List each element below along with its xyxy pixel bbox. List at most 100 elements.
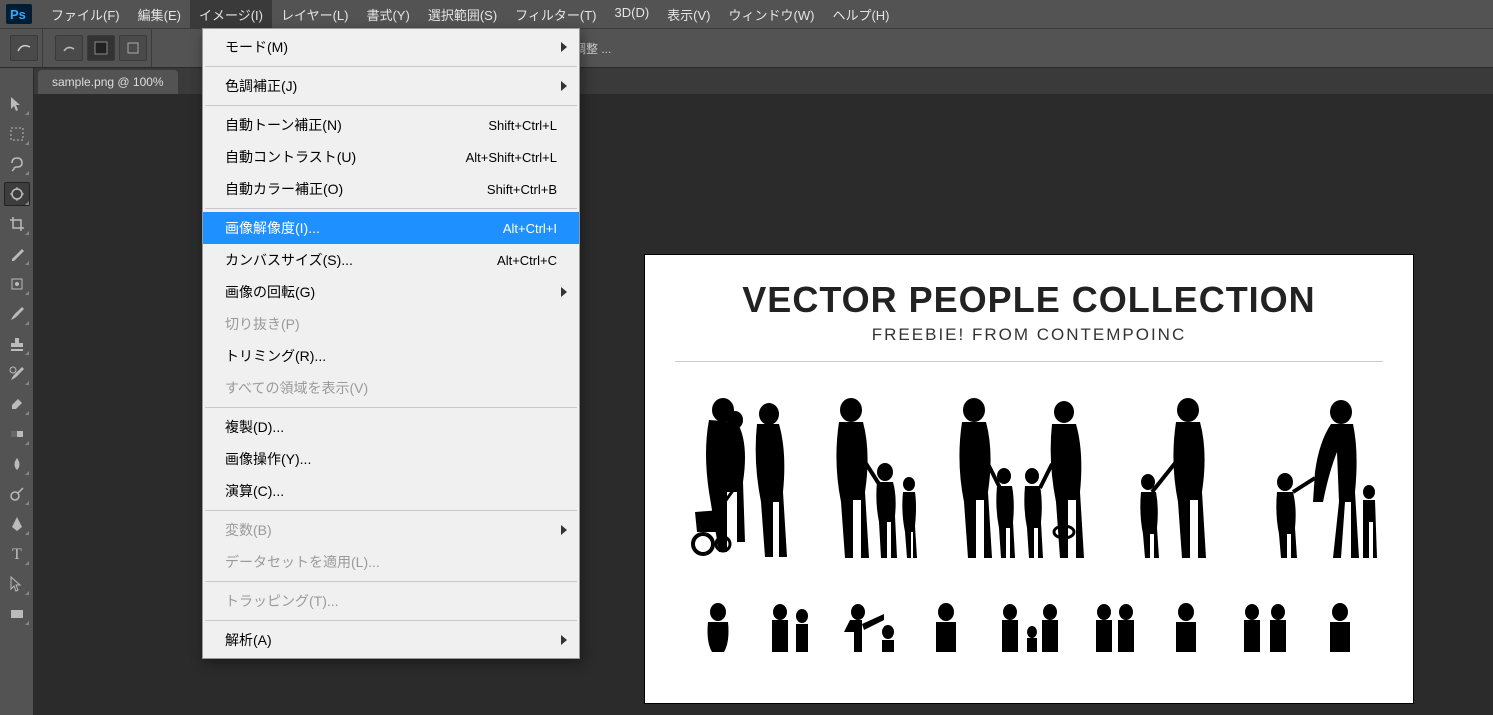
menu-entry-shortcut: Shift+Ctrl+L (488, 118, 557, 133)
menu-entry-label: 画像解像度(I)... (225, 218, 320, 238)
rectangle-tool[interactable] (4, 602, 30, 626)
silhouette-icon (1234, 602, 1294, 652)
tool-preset-button[interactable] (10, 35, 38, 61)
menu-entry-label: 画像操作(Y)... (225, 449, 311, 469)
menu-entry-shortcut: Alt+Ctrl+I (503, 221, 557, 236)
silhouette-row-2 (675, 592, 1383, 652)
silhouette-icon (840, 602, 900, 652)
silhouette-icon (764, 602, 814, 652)
document-tab-title: sample.png @ 100% (52, 75, 164, 89)
menu-item[interactable]: 3D(D) (606, 0, 659, 29)
menu-entry[interactable]: 画像解像度(I)... Alt+Ctrl+I (203, 212, 579, 244)
menu-entry[interactable]: トリミング(R)... (203, 340, 579, 372)
menu-entry-label: データセットを適用(L)... (225, 552, 380, 572)
menu-entry[interactable]: 画像の回転(G) (203, 276, 579, 308)
menu-entry-label: 画像の回転(G) (225, 282, 315, 302)
menu-entry[interactable]: モード(M) (203, 31, 579, 63)
silhouette-icon (1320, 602, 1360, 652)
pen-tool[interactable] (4, 512, 30, 536)
menu-entry-label: カンバスサイズ(S)... (225, 250, 353, 270)
menu-entry-label: 複製(D)... (225, 417, 284, 437)
option-button-1[interactable] (55, 35, 83, 61)
menu-item[interactable]: ウィンドウ(W) (720, 0, 824, 29)
canvas-subtitle: FREEBIE! FROM CONTEMPOINC (675, 325, 1383, 345)
silhouette-icon (992, 602, 1062, 652)
menu-entry-label: トリミング(R)... (225, 346, 326, 366)
menu-entry-shortcut: Alt+Ctrl+C (497, 253, 557, 268)
menu-entry-label: 演算(C)... (225, 481, 284, 501)
toolbox: T (0, 68, 34, 715)
chevron-right-icon (561, 635, 567, 645)
canvas-title: VECTOR PEOPLE COLLECTION (675, 279, 1383, 321)
silhouette-icon (679, 392, 789, 562)
menu-entry[interactable]: 演算(C)... (203, 475, 579, 507)
menubar: Ps ファイル(F)編集(E)イメージ(I)レイヤー(L)書式(Y)選択範囲(S… (0, 0, 1493, 28)
eraser-tool[interactable] (4, 392, 30, 416)
chevron-right-icon (561, 287, 567, 297)
silhouette-icon (926, 602, 966, 652)
menu-item[interactable]: フィルター(T) (506, 0, 605, 29)
menu-entry-label: トラッピング(T)... (225, 591, 339, 611)
menu-item[interactable]: ファイル(F) (42, 0, 129, 29)
menu-entry-label: 色調補正(J) (225, 76, 297, 96)
path-select-tool[interactable] (4, 572, 30, 596)
silhouette-icon (1164, 602, 1208, 652)
menu-entry: 変数(B) (203, 514, 579, 546)
menu-item[interactable]: 書式(Y) (357, 0, 418, 29)
spot-heal-tool[interactable] (4, 272, 30, 296)
menu-entry-label: 自動トーン補正(N) (225, 115, 342, 135)
menu-entry: トラッピング(T)... (203, 585, 579, 617)
image-menu-dropdown: モード(M) 色調補正(J) 自動トーン補正(N) Shift+Ctrl+L 自動コント… (202, 28, 580, 659)
silhouette-icon (817, 392, 917, 562)
chevron-right-icon (561, 81, 567, 91)
menu-item[interactable]: イメージ(I) (190, 0, 272, 29)
menu-separator (205, 407, 577, 408)
menu-entry-label: 自動コントラスト(U) (225, 147, 356, 167)
crop-tool[interactable] (4, 212, 30, 236)
marquee-tool[interactable] (4, 122, 30, 146)
document-tab[interactable]: sample.png @ 100% (38, 70, 178, 94)
menu-entry[interactable]: 複製(D)... (203, 411, 579, 443)
move-tool[interactable] (4, 92, 30, 116)
menu-entry-shortcut: Shift+Ctrl+B (487, 182, 557, 197)
gradient-tool[interactable] (4, 422, 30, 446)
document-canvas[interactable]: VECTOR PEOPLE COLLECTION FREEBIE! FROM C… (644, 254, 1414, 704)
menu-separator (205, 510, 577, 511)
menu-entry-label: モード(M) (225, 37, 288, 57)
menu-entry[interactable]: 自動カラー補正(O) Shift+Ctrl+B (203, 173, 579, 205)
stamp-tool[interactable] (4, 332, 30, 356)
silhouette-icon (1122, 392, 1232, 562)
dodge-tool[interactable] (4, 482, 30, 506)
menu-entry-label: すべての領域を表示(V) (225, 378, 368, 398)
svg-text:T: T (12, 546, 22, 563)
menu-item[interactable]: レイヤー(L) (272, 0, 358, 29)
brush-tool[interactable] (4, 302, 30, 326)
quick-select-tool[interactable] (4, 182, 30, 206)
lasso-tool[interactable] (4, 152, 30, 176)
menu-entry[interactable]: 自動コントラスト(U)Alt+Shift+Ctrl+L (203, 141, 579, 173)
menu-entry[interactable]: カンバスサイズ(S)... Alt+Ctrl+C (203, 244, 579, 276)
silhouette-icon (1088, 602, 1138, 652)
menu-entry: 切り抜き(P) (203, 308, 579, 340)
menu-entry[interactable]: 画像操作(Y)... (203, 443, 579, 475)
silhouette-icon (1259, 392, 1379, 562)
menu-entry[interactable]: 解析(A) (203, 624, 579, 656)
menu-item[interactable]: 編集(E) (129, 0, 190, 29)
menu-item[interactable]: ヘルプ(H) (823, 0, 898, 29)
option-button-3[interactable] (119, 35, 147, 61)
menu-separator (205, 581, 577, 582)
menu-item[interactable]: 選択範囲(S) (419, 0, 506, 29)
option-button-2[interactable] (87, 35, 115, 61)
menu-separator (205, 620, 577, 621)
type-tool[interactable]: T (4, 542, 30, 566)
menu-item[interactable]: 表示(V) (658, 0, 719, 29)
history-brush-tool[interactable] (4, 362, 30, 386)
eyedropper-tool[interactable] (4, 242, 30, 266)
chevron-right-icon (561, 42, 567, 52)
menu-entry[interactable]: 自動トーン補正(N) Shift+Ctrl+L (203, 109, 579, 141)
menu-entry-label: 自動カラー補正(O) (225, 179, 343, 199)
menu-entry[interactable]: 色調補正(J) (203, 70, 579, 102)
blur-tool[interactable] (4, 452, 30, 476)
menu-separator (205, 208, 577, 209)
chevron-right-icon (561, 525, 567, 535)
